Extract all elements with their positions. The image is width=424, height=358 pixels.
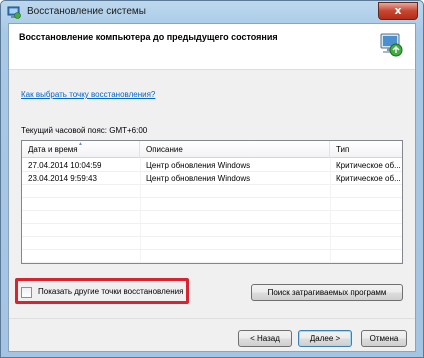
dialog-client: Восстановление компьютера до предыдущего… [8,23,416,352]
show-more-checkbox[interactable] [21,287,32,298]
computer-restore-icon [380,33,403,57]
table-row[interactable]: 23.04.2014 9:59:43 Центр обновления Wind… [22,172,402,185]
column-header-type[interactable]: Тип [330,141,402,158]
sort-arrow-icon: ▲ [78,141,83,147]
empty-row [22,185,402,198]
page-title: Восстановление компьютера до предыдущего… [19,32,278,42]
column-header-date-label: Дата и время [28,145,78,154]
empty-row [22,237,402,250]
cell-type: Критическое об... [336,161,401,170]
column-header-description[interactable]: Описание [140,141,330,158]
header-band: Восстановление компьютера до предыдущего… [9,24,415,70]
cell-type: Критическое об... [336,174,401,183]
column-divider [140,158,141,263]
column-header-type-label: Тип [336,145,350,154]
cell-description: Центр обновления Windows [146,174,251,183]
table-row[interactable]: 27.04.2014 10:04:59 Центр обновления Win… [22,159,402,172]
column-divider [330,158,331,263]
cell-description: Центр обновления Windows [146,161,251,170]
back-button[interactable]: < Назад [238,330,292,347]
table-header: Дата и время ▲ Описание Тип [22,141,402,158]
restore-window: Восстановление системы x Восстановление … [0,0,424,358]
close-icon: x [394,4,402,17]
empty-row [22,211,402,224]
empty-row [22,250,402,263]
system-restore-icon [7,6,21,19]
cell-date: 23.04.2014 9:59:43 [28,174,97,183]
title-bar[interactable]: Восстановление системы x [1,1,423,23]
column-header-description-label: Описание [146,145,183,154]
restore-points-table[interactable]: Дата и время ▲ Описание Тип 27.04.2014 1… [21,140,403,264]
cell-date: 27.04.2014 10:04:59 [28,161,102,170]
close-button[interactable]: x [378,2,418,20]
next-button[interactable]: Далее > [298,330,352,347]
scan-affected-programs-button[interactable]: Поиск затрагиваемых программ [251,284,403,301]
cancel-button[interactable]: Отмена [361,330,407,347]
timezone-label: Текущий часовой пояс: GMT+6:00 [21,126,148,135]
column-header-date[interactable]: Дата и время ▲ [22,141,140,158]
show-more-label[interactable]: Показать другие точки восстановления [38,287,183,296]
window-title: Восстановление системы [27,6,146,17]
footer-divider [9,318,415,319]
empty-row [22,224,402,237]
help-link[interactable]: Как выбрать точку восстановления? [21,90,155,99]
empty-row [22,198,402,211]
